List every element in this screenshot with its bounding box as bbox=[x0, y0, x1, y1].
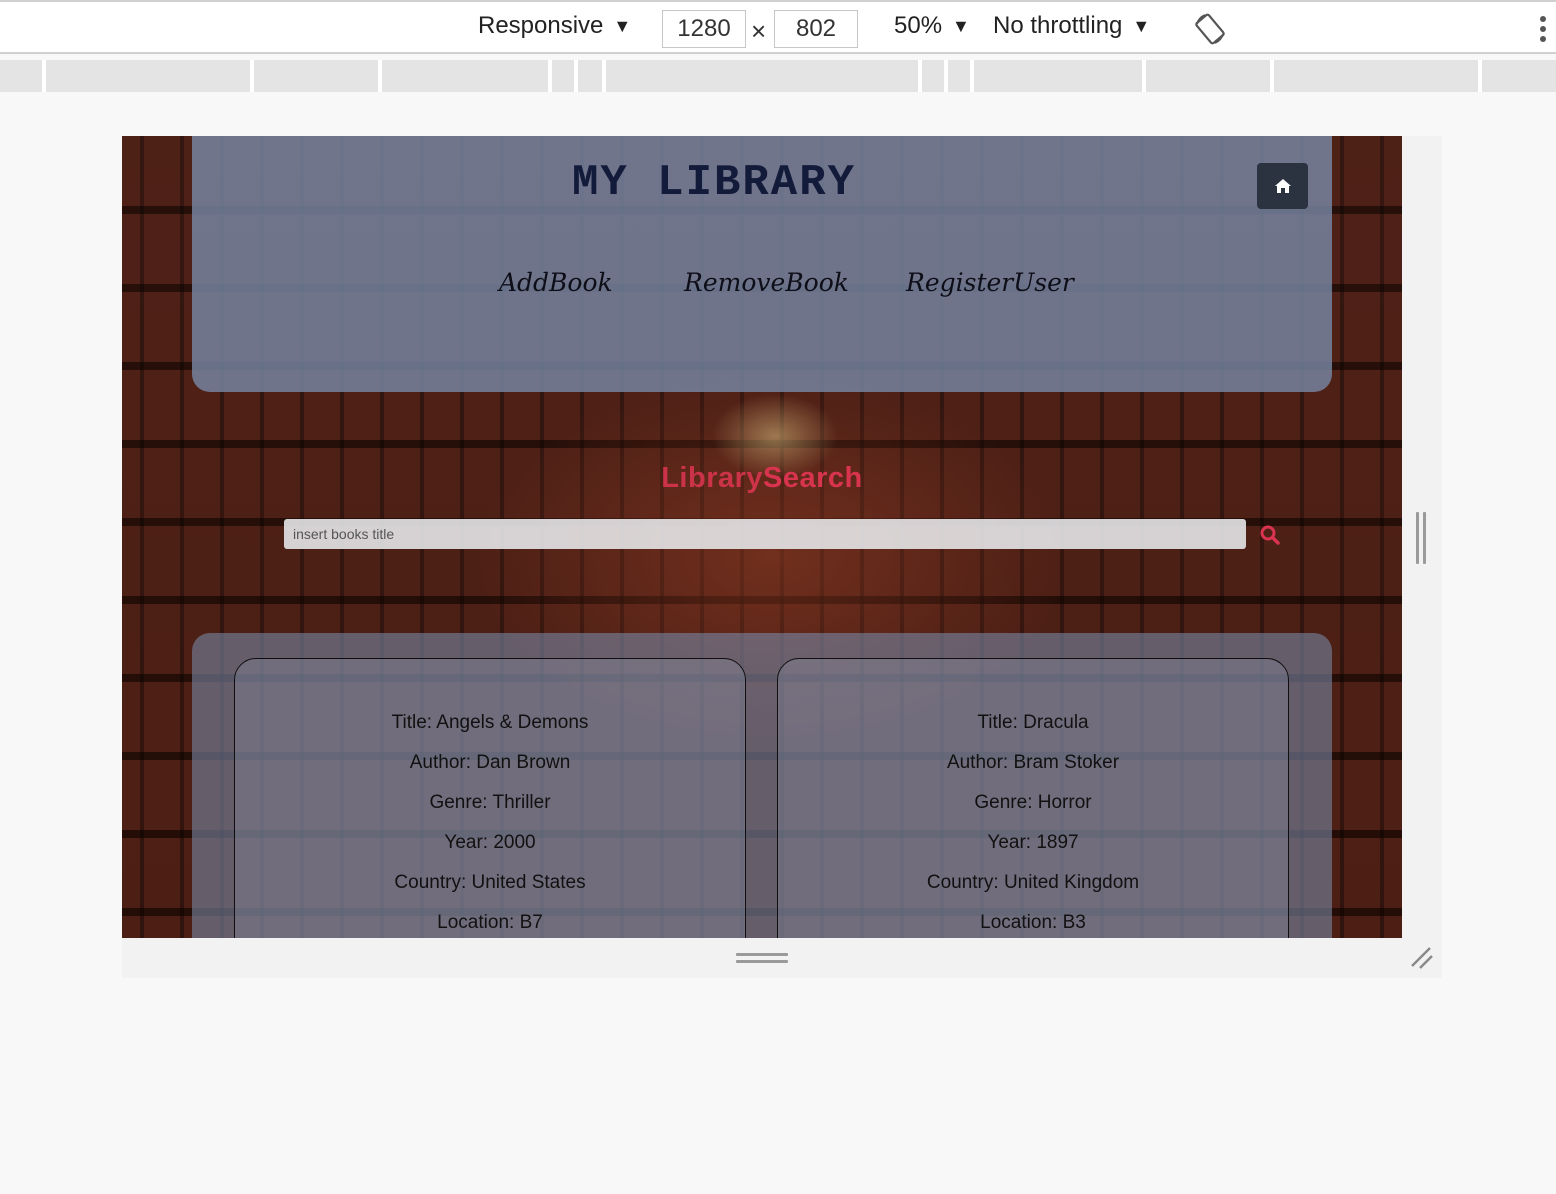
device-label: Responsive bbox=[478, 12, 604, 39]
media-query-segment[interactable] bbox=[922, 60, 944, 92]
book-year: Year: 1897 bbox=[987, 832, 1079, 853]
more-vertical-icon[interactable] bbox=[1540, 16, 1548, 44]
media-query-segment[interactable] bbox=[974, 60, 1142, 92]
times-icon: × bbox=[751, 16, 767, 46]
throttling-label: No throttling bbox=[993, 12, 1123, 39]
device-select[interactable]: Responsive ▼ bbox=[478, 12, 631, 40]
book-title: Title: Angels & Demons bbox=[391, 712, 589, 733]
emulated-viewport: MY LIBRARY AddBook RemoveBook RegisterUs… bbox=[122, 136, 1402, 938]
corner-resize-icon[interactable] bbox=[1408, 944, 1436, 972]
search-input[interactable] bbox=[284, 519, 1246, 549]
search-heading-library: Library bbox=[661, 462, 764, 494]
search-heading: LibrarySearch bbox=[122, 462, 1402, 495]
book-author: Author: Bram Stoker bbox=[946, 752, 1120, 773]
nav-add-book[interactable]: AddBook bbox=[499, 268, 613, 297]
book-country: Country: United States bbox=[394, 872, 586, 893]
book-author: Author: Dan Brown bbox=[409, 752, 571, 773]
book-card[interactable]: Title: Dracula Author: Bram Stoker Genre… bbox=[777, 658, 1289, 938]
media-query-segment[interactable] bbox=[578, 60, 602, 92]
zoom-select[interactable]: 50% ▼ bbox=[894, 12, 970, 40]
caret-down-icon: ▼ bbox=[1132, 15, 1151, 36]
home-icon bbox=[1274, 179, 1291, 193]
media-query-bar bbox=[0, 60, 1556, 92]
media-query-segment[interactable] bbox=[552, 60, 574, 92]
viewport-resize-handle-bottom[interactable] bbox=[736, 953, 788, 967]
devtools-device-toolbar: Responsive ▼ × 50% ▼ No throttling ▼ bbox=[0, 0, 1556, 54]
media-query-segment[interactable] bbox=[948, 60, 970, 92]
caret-down-icon: ▼ bbox=[952, 15, 970, 36]
book-location: Location: B7 bbox=[437, 912, 543, 933]
book-country: Country: United Kingdom bbox=[926, 872, 1140, 893]
site-header: MY LIBRARY AddBook RemoveBook RegisterUs… bbox=[192, 136, 1332, 392]
media-query-segment[interactable] bbox=[0, 60, 42, 92]
media-query-segment[interactable] bbox=[46, 60, 250, 92]
viewport-resize-handle-right[interactable] bbox=[1416, 512, 1428, 564]
nav-register-user[interactable]: RegisterUser bbox=[906, 268, 1074, 297]
throttling-select[interactable]: No throttling ▼ bbox=[993, 12, 1150, 40]
book-year: Year: 2000 bbox=[444, 832, 536, 853]
zoom-label: 50% bbox=[894, 12, 943, 39]
viewport-height-input[interactable] bbox=[774, 10, 858, 48]
search-icon[interactable] bbox=[1259, 524, 1281, 546]
book-genre: Genre: Thriller bbox=[429, 792, 551, 813]
viewport-width-input[interactable] bbox=[662, 10, 746, 48]
media-query-segment[interactable] bbox=[1274, 60, 1478, 92]
results-panel: Title: Angels & Demons Author: Dan Brown… bbox=[192, 633, 1332, 938]
media-query-segment[interactable] bbox=[606, 60, 918, 92]
book-card[interactable]: Title: Angels & Demons Author: Dan Brown… bbox=[234, 658, 746, 938]
media-query-segment[interactable] bbox=[1482, 60, 1556, 92]
rotate-icon[interactable] bbox=[1193, 12, 1227, 46]
book-title: Title: Dracula bbox=[977, 712, 1089, 733]
search-heading-search: Search bbox=[763, 462, 863, 494]
home-button[interactable] bbox=[1257, 163, 1308, 209]
book-genre: Genre: Horror bbox=[974, 792, 1092, 813]
nav-remove-book[interactable]: RemoveBook bbox=[684, 268, 849, 297]
media-query-segment[interactable] bbox=[382, 60, 548, 92]
book-location: Location: B3 bbox=[980, 912, 1086, 933]
page-title: MY LIBRARY bbox=[571, 158, 857, 208]
main-nav: AddBook RemoveBook RegisterUser bbox=[492, 268, 1074, 308]
media-query-segment[interactable] bbox=[254, 60, 378, 92]
media-query-segment[interactable] bbox=[1146, 60, 1270, 92]
caret-down-icon: ▼ bbox=[613, 15, 632, 36]
